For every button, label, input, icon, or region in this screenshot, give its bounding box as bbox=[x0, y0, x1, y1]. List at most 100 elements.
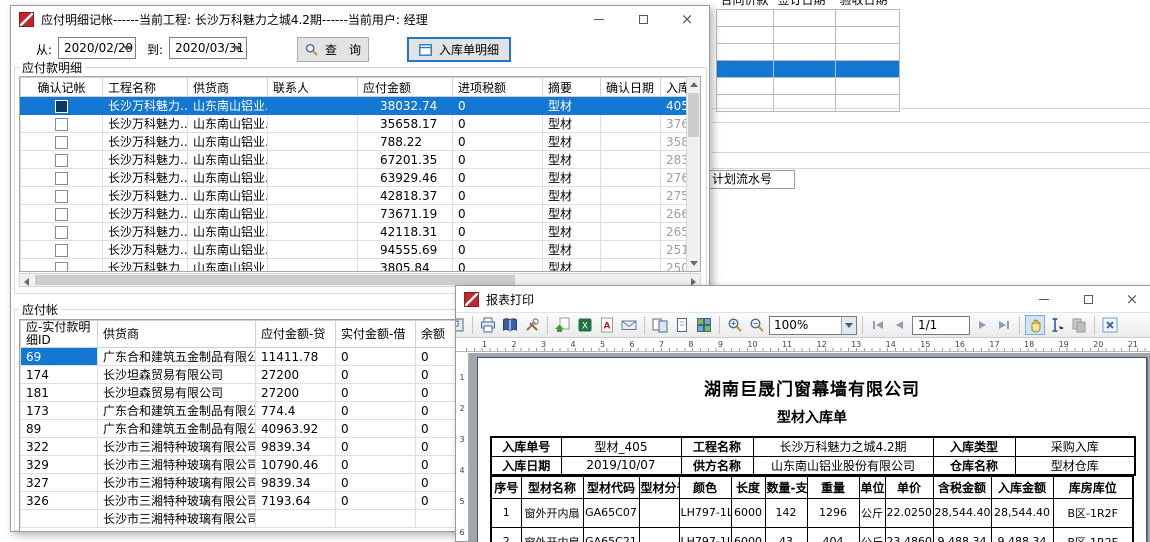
from-date-select[interactable]: 2020/02/29 bbox=[58, 37, 136, 59]
column-header: 颜色 bbox=[679, 476, 731, 498]
table-row[interactable]: 长沙万科魅力...山东南山铝业...73671.190型材266 bbox=[21, 205, 689, 223]
column-header[interactable]: 入库 bbox=[661, 78, 689, 97]
hand-tool-button[interactable] bbox=[1025, 315, 1045, 335]
titlebar[interactable]: 应付明细记帐------当前工程: 长沙万科魅力之城4.2期------当前用户… bbox=[11, 6, 709, 32]
column-header[interactable]: 应付金额-贷 bbox=[256, 321, 336, 348]
payable-account-grid: 应-实付款明细ID 供货商 应付金额-贷 实付金额-借 余额 69广东合和建筑五… bbox=[19, 319, 521, 532]
table-row-selected[interactable]: 69广东合和建筑五金制品有限公司11411.7800 bbox=[21, 348, 521, 366]
table-cell: 27200 bbox=[256, 366, 336, 384]
titlebar[interactable]: 报表打印 × bbox=[456, 286, 1150, 312]
scroll-down-icon[interactable] bbox=[690, 261, 698, 266]
export-button[interactable] bbox=[553, 315, 573, 335]
table-row[interactable]: 长沙万科魅力...山东南山铝业...63929.460型材276 bbox=[21, 169, 689, 187]
zoom-level-select[interactable]: 100% bbox=[769, 316, 857, 335]
table-row[interactable]: 长沙万科魅力...山东南山铝业...42118.310型材265 bbox=[21, 223, 689, 241]
column-header[interactable]: 确认日期 bbox=[601, 78, 661, 97]
column-header[interactable]: 应-实付款明细ID bbox=[21, 321, 98, 348]
export-excel-button[interactable]: X bbox=[575, 315, 595, 335]
print-button[interactable] bbox=[478, 315, 498, 335]
zoom-out-button[interactable] bbox=[747, 315, 767, 335]
table-row[interactable] bbox=[717, 9, 900, 26]
close-button[interactable]: × bbox=[1110, 286, 1150, 312]
scrollbar-thumb[interactable] bbox=[688, 93, 699, 137]
table-cell: 181 bbox=[21, 384, 98, 402]
close-preview-button[interactable] bbox=[1100, 315, 1120, 335]
dropdown-arrow-icon[interactable] bbox=[841, 317, 856, 334]
table-row[interactable]: 174长沙坦森贸易有限公司2720000 bbox=[21, 366, 521, 384]
table-cell: 长沙万科魅力... bbox=[103, 223, 188, 241]
table-row[interactable]: 长沙万科魅力...山东南山铝业...94555.690型材251 bbox=[21, 241, 689, 259]
table-cell: 山东南山铝业... bbox=[188, 241, 268, 259]
text-select-tool-button[interactable] bbox=[1047, 315, 1067, 335]
table-row[interactable]: 89广东合和建筑五金制品有限公司40963.9200 bbox=[21, 420, 521, 438]
stockin-detail-button[interactable]: 入库单明细 bbox=[407, 37, 511, 62]
next-page-button[interactable] bbox=[972, 315, 992, 335]
maximize-button[interactable] bbox=[1066, 286, 1110, 312]
table-row[interactable] bbox=[717, 77, 900, 94]
dropdown-arrow-icon[interactable] bbox=[229, 38, 246, 58]
table-row[interactable]: 长沙万科魅力...山东南山铝业...35658.170型材376 bbox=[21, 115, 689, 133]
column-header[interactable]: 确认记帐 bbox=[21, 78, 103, 97]
table-row[interactable]: 327长沙市三湘特种玻璃有限公司9839.3400 bbox=[21, 474, 521, 492]
export-mail-button[interactable] bbox=[619, 315, 639, 335]
plan-serial-field[interactable]: 计划流水号 bbox=[703, 170, 795, 189]
design-view-button[interactable] bbox=[456, 315, 467, 335]
table-row[interactable]: 329长沙市三湘特种玻璃有限公司10790.4600 bbox=[21, 456, 521, 474]
last-page-button[interactable] bbox=[994, 315, 1014, 335]
table-row-selected[interactable] bbox=[717, 60, 900, 77]
table-row[interactable]: 长沙万科魅力...山东南山铝业...788.220型材358 bbox=[21, 133, 689, 151]
table-row[interactable]: 173广东合和建筑五金制品有限公司774.400 bbox=[21, 402, 521, 420]
dropdown-arrow-icon[interactable] bbox=[118, 38, 135, 58]
table-row[interactable] bbox=[717, 43, 900, 60]
multi-page-button[interactable] bbox=[694, 315, 714, 335]
column-header[interactable]: 供货商 bbox=[188, 78, 268, 97]
table-row[interactable]: 181长沙坦森贸易有限公司2720000 bbox=[21, 384, 521, 402]
preview-book-button[interactable] bbox=[500, 315, 520, 335]
table-row[interactable]: 长沙市三湘特种玻璃有限公司 bbox=[21, 510, 521, 528]
zoom-in-button[interactable] bbox=[725, 315, 745, 335]
page-setup-button[interactable] bbox=[650, 315, 670, 335]
table-cell: 0 bbox=[453, 97, 543, 115]
table-row[interactable]: 长沙万科魅力...山东南山铝业...67201.350型材283 bbox=[21, 151, 689, 169]
column-header[interactable]: 进项税额 bbox=[453, 78, 543, 97]
table-row[interactable]: 入库日期2019/10/07供方名称山东南山铝业股份有限公司仓库名称型材仓库 bbox=[491, 456, 1135, 475]
report-preview-area[interactable]: 123456 湖南巨晟门窗幕墙有限公司 型材入库单 入库单号型材_405工程名称… bbox=[456, 353, 1150, 541]
table-row[interactable]: 326长沙市三湘特种玻璃有限公司7193.6400 bbox=[21, 492, 521, 510]
vertical-scrollbar[interactable] bbox=[686, 77, 700, 271]
close-button[interactable]: × bbox=[665, 6, 709, 32]
svg-text:A: A bbox=[604, 322, 611, 332]
table-row[interactable] bbox=[717, 26, 900, 43]
page-number-input[interactable]: 1/1 bbox=[912, 316, 970, 335]
column-header[interactable]: 应付金额 bbox=[358, 78, 453, 97]
copy-page-button[interactable] bbox=[1069, 315, 1089, 335]
table-cell: 入库类型 bbox=[933, 437, 1015, 456]
column-header[interactable]: 摘要 bbox=[543, 78, 601, 97]
scrollbar-thumb[interactable] bbox=[35, 275, 515, 285]
table-row[interactable]: 长沙万科魅力...山东南山铝业...42818.370型材275 bbox=[21, 187, 689, 205]
table-row[interactable]: 322长沙市三湘特种玻璃有限公司9839.3400 bbox=[21, 438, 521, 456]
table-row[interactable]: 长沙万科魅力山东南山铝业3805.840型材250 bbox=[21, 259, 689, 273]
table-cell: 公斤 bbox=[859, 498, 885, 527]
table-row[interactable]: 1窗外开内扇GA65C07LH797-1LL60001421296公斤22.02… bbox=[491, 498, 1133, 527]
scroll-up-icon[interactable] bbox=[690, 82, 698, 87]
column-header[interactable]: 实付金额-借 bbox=[336, 321, 416, 348]
prev-page-button[interactable] bbox=[890, 315, 910, 335]
form-icon bbox=[419, 44, 432, 56]
table-cell: 358 bbox=[661, 133, 689, 151]
maximize-button[interactable] bbox=[621, 6, 665, 32]
to-date-select[interactable]: 2020/03/31 bbox=[169, 37, 247, 59]
minimize-button[interactable] bbox=[1022, 286, 1066, 312]
minimize-button[interactable] bbox=[577, 6, 621, 32]
column-header[interactable]: 联系人 bbox=[268, 78, 358, 97]
query-button[interactable]: 查询 bbox=[297, 37, 369, 62]
table-row[interactable]: 入库单号型材_405工程名称长沙万科魅力之城4.2期入库类型采购入库 bbox=[491, 437, 1135, 456]
first-page-button[interactable] bbox=[868, 315, 888, 335]
settings-button[interactable] bbox=[522, 315, 542, 335]
table-row-selected[interactable]: 长沙万科魅力...山东南山铝业...38032.740型材405 bbox=[21, 97, 689, 115]
single-page-button[interactable] bbox=[672, 315, 692, 335]
scroll-left-icon[interactable] bbox=[24, 278, 29, 286]
table-row[interactable]: 2窗外开内扇GA65C21LH797-1LL600043404公斤23.4860… bbox=[491, 527, 1133, 542]
column-header[interactable]: 供货商 bbox=[98, 321, 256, 348]
column-header[interactable]: 工程名称 bbox=[103, 78, 188, 97]
export-pdf-button[interactable]: A bbox=[597, 315, 617, 335]
